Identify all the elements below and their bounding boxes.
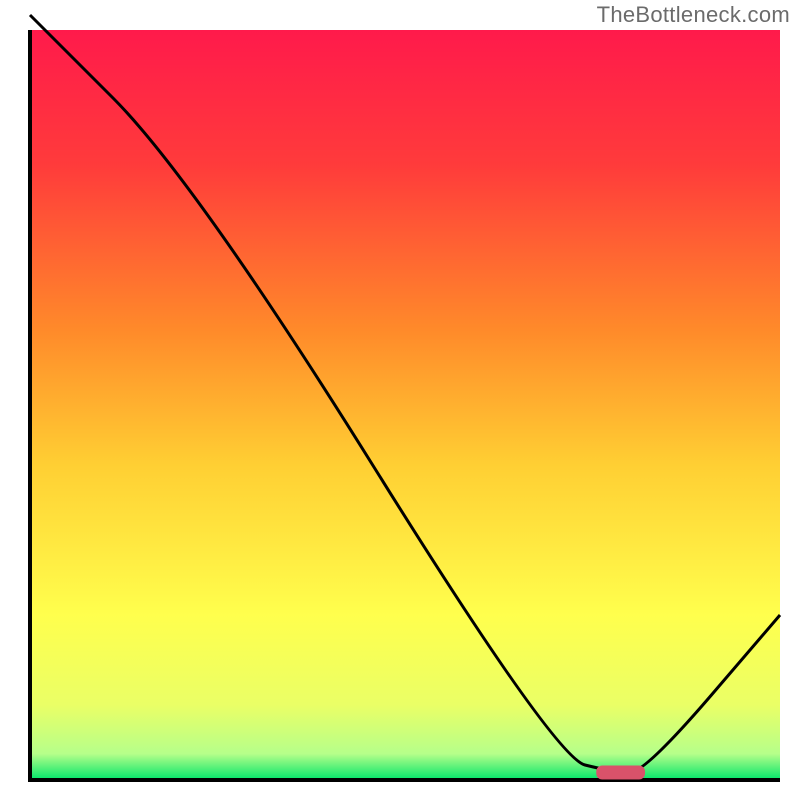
watermark-text: TheBottleneck.com: [597, 2, 790, 28]
bottleneck-chart: [0, 0, 800, 800]
plot-background: [30, 30, 780, 780]
chart-container: TheBottleneck.com: [0, 0, 800, 800]
optimal-marker: [596, 766, 645, 780]
